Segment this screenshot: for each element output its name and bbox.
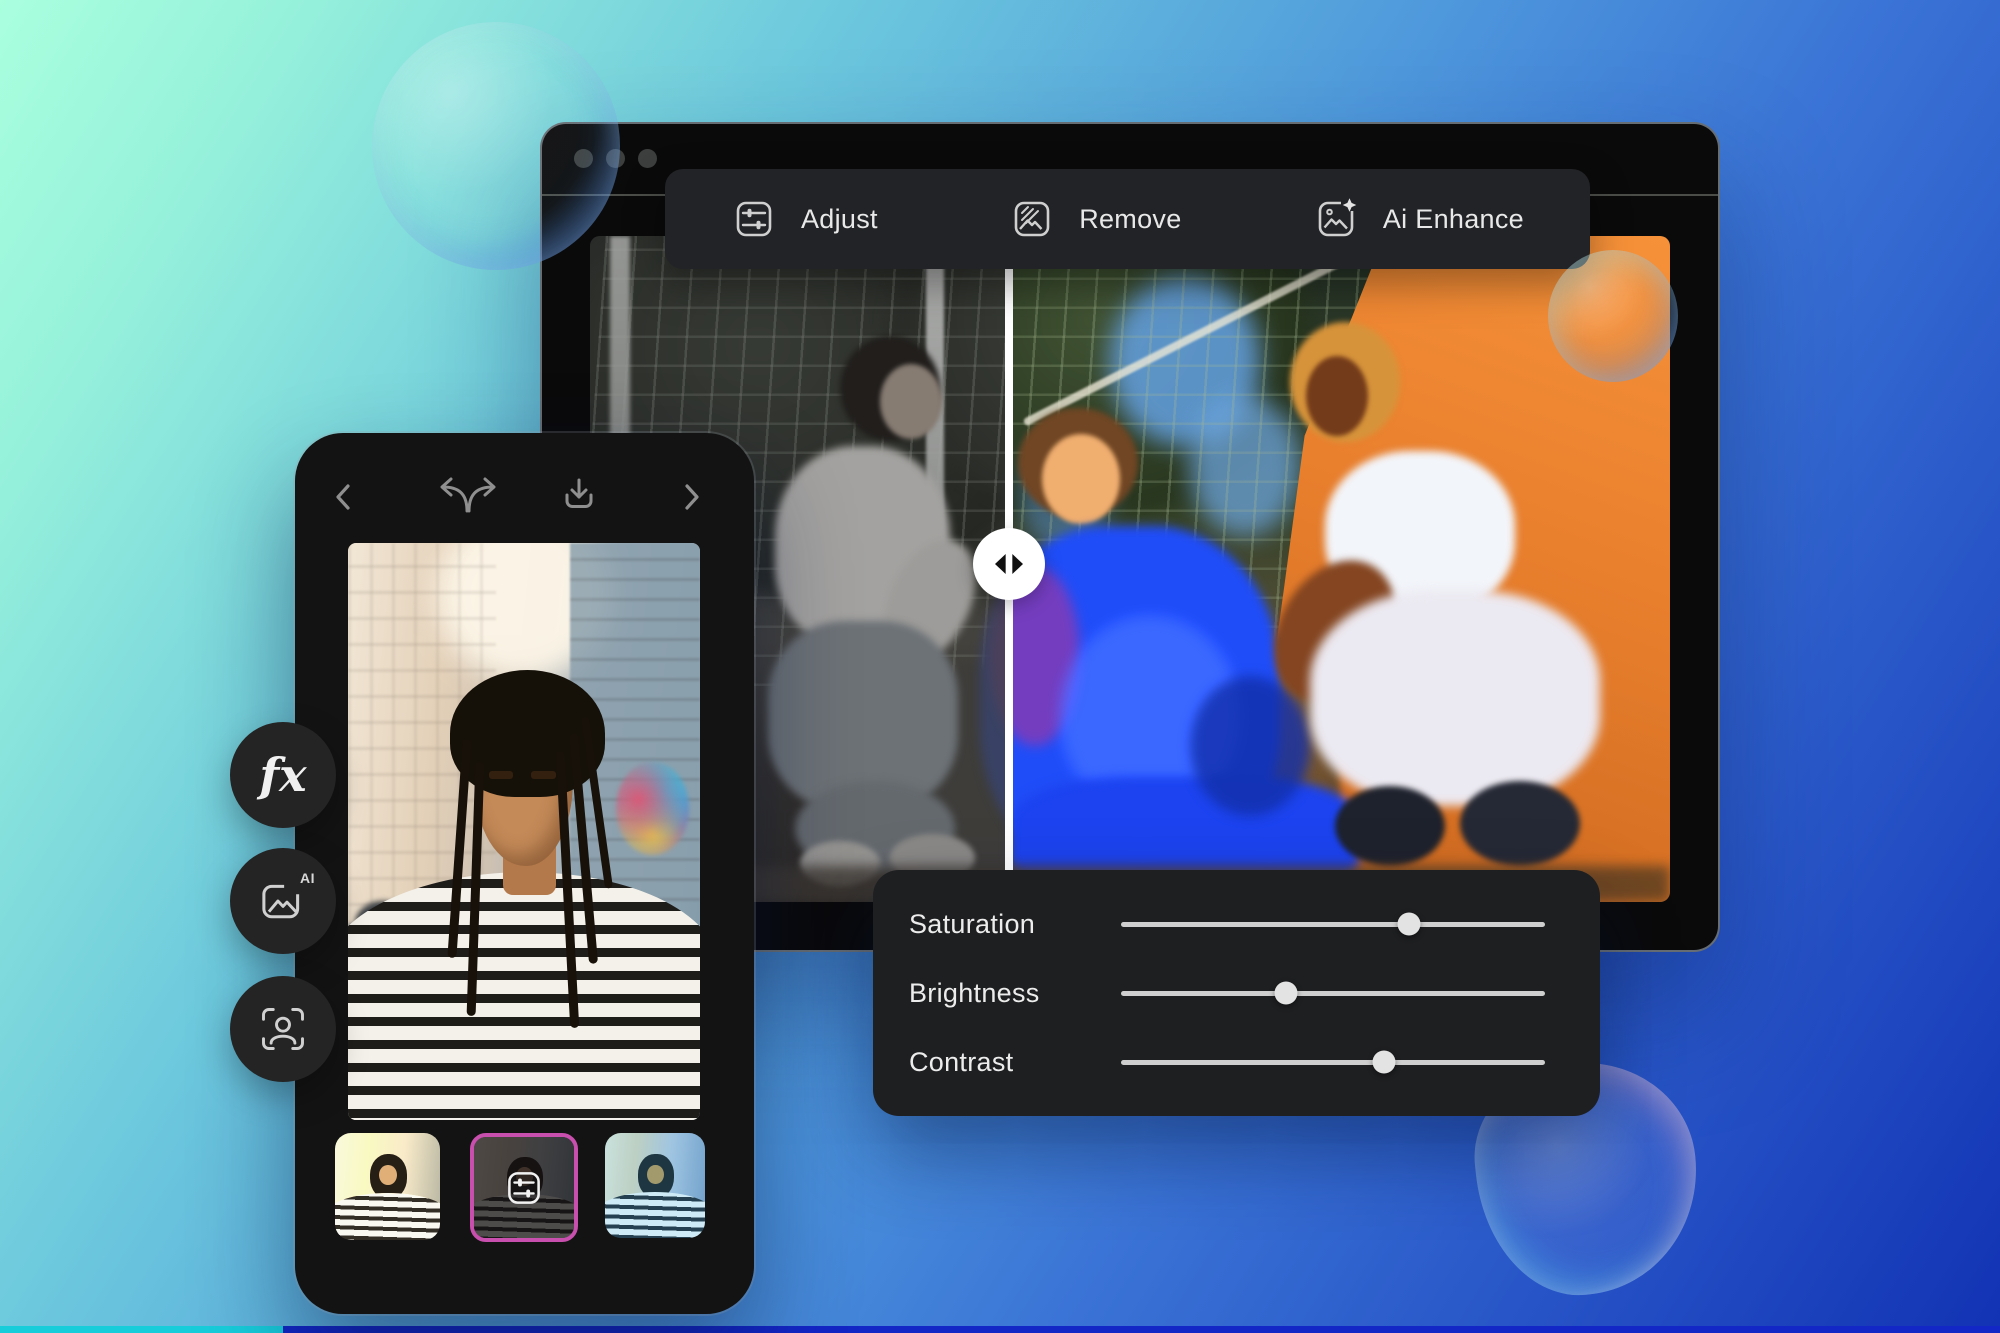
undo-redo-icons[interactable] xyxy=(413,471,523,522)
contrast-slider-thumb[interactable] xyxy=(1372,1051,1395,1074)
window-dot-zoom[interactable] xyxy=(638,149,657,168)
effects-fx-button[interactable]: fx xyxy=(230,722,336,828)
adjust-button[interactable]: Adjust xyxy=(731,196,878,242)
thumbnail-overlay xyxy=(474,1137,574,1238)
forward-chevron-icon[interactable] xyxy=(676,475,706,524)
phone-photo xyxy=(348,543,700,1120)
thumbnail-adjust-selected[interactable] xyxy=(470,1133,578,1242)
saturation-row: Saturation xyxy=(909,904,1545,944)
brightness-row: Brightness xyxy=(909,973,1545,1013)
editor-toolbar: Adjust Remove xyxy=(665,169,1590,269)
contrast-row: Contrast xyxy=(909,1042,1545,1082)
saturation-slider[interactable] xyxy=(1121,922,1545,927)
brightness-slider-thumb[interactable] xyxy=(1275,982,1298,1005)
progress-played-segment xyxy=(0,1326,283,1333)
filter-thumbnails xyxy=(295,1133,754,1243)
ai-enhance-icon xyxy=(1313,196,1359,242)
adjust-label: Adjust xyxy=(801,204,878,235)
back-chevron-icon[interactable] xyxy=(329,475,359,524)
contrast-slider[interactable] xyxy=(1121,1060,1545,1065)
saturation-label: Saturation xyxy=(909,909,1121,940)
thumbnail-cool-filter[interactable] xyxy=(605,1133,705,1238)
adjustment-panel: Saturation Brightness Contrast xyxy=(873,870,1600,1116)
remove-object-icon xyxy=(1009,196,1055,242)
contrast-label: Contrast xyxy=(909,1047,1121,1078)
decor-bubble-small xyxy=(1548,250,1678,382)
download-icon[interactable] xyxy=(557,473,601,522)
adjust-sliders-icon xyxy=(503,1167,545,1209)
ai-enhance-button[interactable]: Ai Enhance xyxy=(1313,196,1524,242)
video-progress-bar[interactable] xyxy=(0,1326,2000,1333)
adjust-sliders-icon xyxy=(731,196,777,242)
phone-mockup xyxy=(295,433,754,1314)
brightness-slider[interactable] xyxy=(1121,991,1545,996)
remove-button[interactable]: Remove xyxy=(1009,196,1181,242)
ai-badge: AI xyxy=(299,870,316,886)
remove-label: Remove xyxy=(1079,204,1181,235)
compare-handle[interactable] xyxy=(973,528,1045,600)
saturation-slider-thumb[interactable] xyxy=(1398,913,1421,936)
ai-image-button[interactable]: AI xyxy=(230,848,336,954)
phone-nav-bar xyxy=(295,469,754,521)
face-retouch-button[interactable] xyxy=(230,976,336,1082)
thumbnail-warm-filter[interactable] xyxy=(335,1133,440,1240)
decor-bubble-large xyxy=(372,22,620,270)
brightness-label: Brightness xyxy=(909,978,1121,1009)
fx-effects-icon: fx xyxy=(259,748,306,802)
ai-enhance-label: Ai Enhance xyxy=(1383,204,1524,235)
compare-arrows-icon xyxy=(985,540,1033,588)
photo-editor-hero: Adjust Remove xyxy=(0,0,2000,1333)
face-retouch-icon xyxy=(257,1003,309,1055)
